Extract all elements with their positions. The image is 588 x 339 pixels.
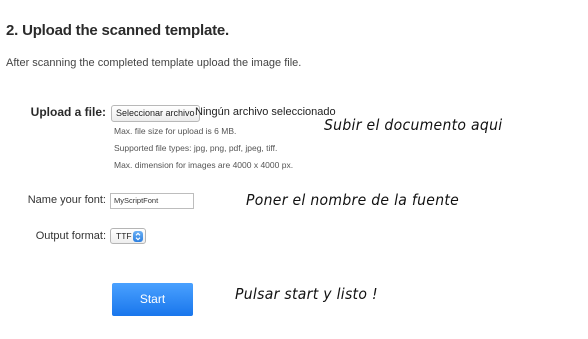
chevron-up-down-icon (133, 231, 143, 242)
upload-annotation: Subir el documento aqui (324, 117, 503, 135)
upload-label: Upload a file: (30, 105, 106, 119)
output-format-select[interactable]: TTF (110, 228, 146, 244)
output-format-value: TTF (116, 231, 132, 241)
font-name-label: Name your font: (27, 194, 106, 206)
hint-file-types: Supported file types: jpg, png, pdf, jpe… (114, 143, 278, 153)
section-title: 2. Upload the scanned template. (6, 22, 230, 39)
start-button[interactable]: Start (112, 283, 193, 316)
file-status-text: Ningún archivo seleccionado (195, 106, 336, 118)
choose-file-button[interactable]: Seleccionar archivo (111, 105, 200, 122)
font-annotation: Poner el nombre de la fuente (246, 192, 460, 210)
start-annotation: Pulsar start y listo ! (235, 286, 378, 304)
section-description: After scanning the completed template up… (6, 57, 302, 69)
hint-max-size: Max. file size for upload is 6 MB. (114, 126, 237, 136)
output-format-label: Output format: (35, 230, 106, 242)
font-name-input[interactable]: MyScriptFont (110, 193, 194, 209)
hint-max-dimension: Max. dimension for images are 4000 x 400… (114, 160, 294, 170)
